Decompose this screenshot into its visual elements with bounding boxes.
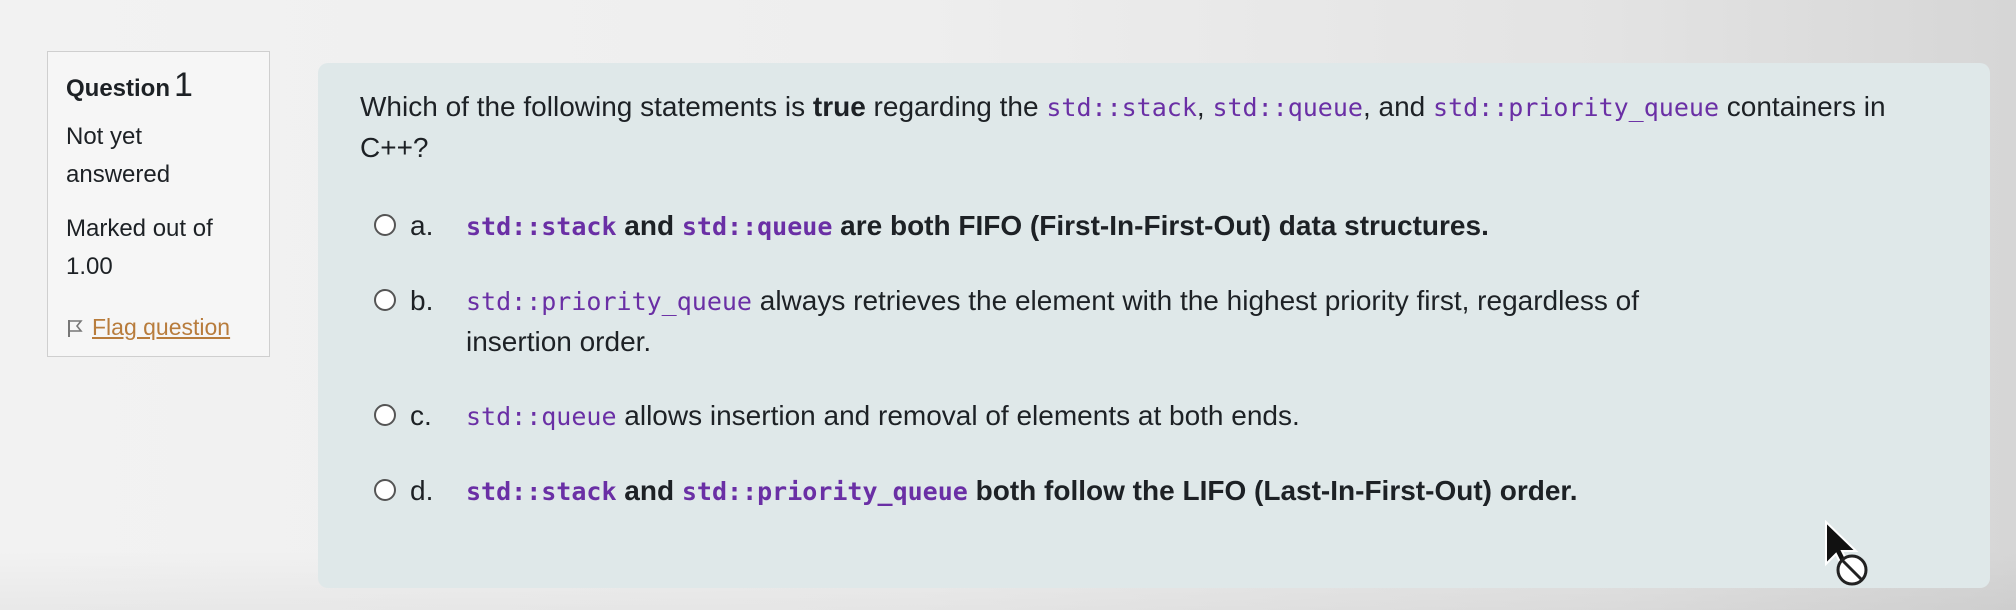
- answer-option-a[interactable]: a. std::stack and std::queue are both FI…: [374, 206, 1990, 247]
- answer-list: a. std::stack and std::queue are both FI…: [374, 206, 1990, 512]
- question-label: Question: [66, 75, 171, 102]
- answer-letter: c.: [410, 400, 432, 431]
- question-state: Not yet answered: [66, 123, 171, 188]
- answer-letter: d.: [410, 475, 434, 506]
- question-grade: Marked out of 1.00: [66, 215, 213, 280]
- answer-option-d[interactable]: d. std::stack and std::priority_queue bo…: [374, 471, 1990, 512]
- answer-option-c[interactable]: c. std::queue allows insertion and remov…: [374, 396, 1990, 437]
- question-text: Which of the following statements is tru…: [360, 91, 1886, 163]
- question-number-value: 1: [174, 66, 193, 104]
- radio-button-b[interactable]: [374, 289, 396, 311]
- answer-text[interactable]: std::stack and std::queue are both FIFO …: [466, 206, 1726, 247]
- flag-question-button[interactable]: Flag question: [66, 314, 251, 341]
- question-info-panel: Question 1 Not yet answered Marked out of…: [47, 51, 270, 357]
- answer-letter: b.: [410, 285, 434, 316]
- answer-text[interactable]: std::queue allows insertion and removal …: [466, 396, 1726, 437]
- radio-button-d[interactable]: [374, 479, 396, 501]
- question-number: Question 1: [66, 68, 251, 106]
- not-allowed-cursor-icon: [1822, 519, 1872, 595]
- answer-letter: a.: [410, 210, 434, 241]
- question-content: Which of the following statements is tru…: [318, 63, 1990, 588]
- radio-button-c[interactable]: [374, 404, 396, 426]
- answer-text[interactable]: std::stack and std::priority_queue both …: [466, 471, 1726, 512]
- flag-icon: [66, 318, 84, 338]
- radio-button-a[interactable]: [374, 214, 396, 236]
- answer-text[interactable]: std::priority_queue always retrieves the…: [466, 281, 1726, 362]
- answer-option-b[interactable]: b. std::priority_queue always retrieves …: [374, 281, 1990, 362]
- flag-question-link[interactable]: Flag question: [92, 314, 230, 341]
